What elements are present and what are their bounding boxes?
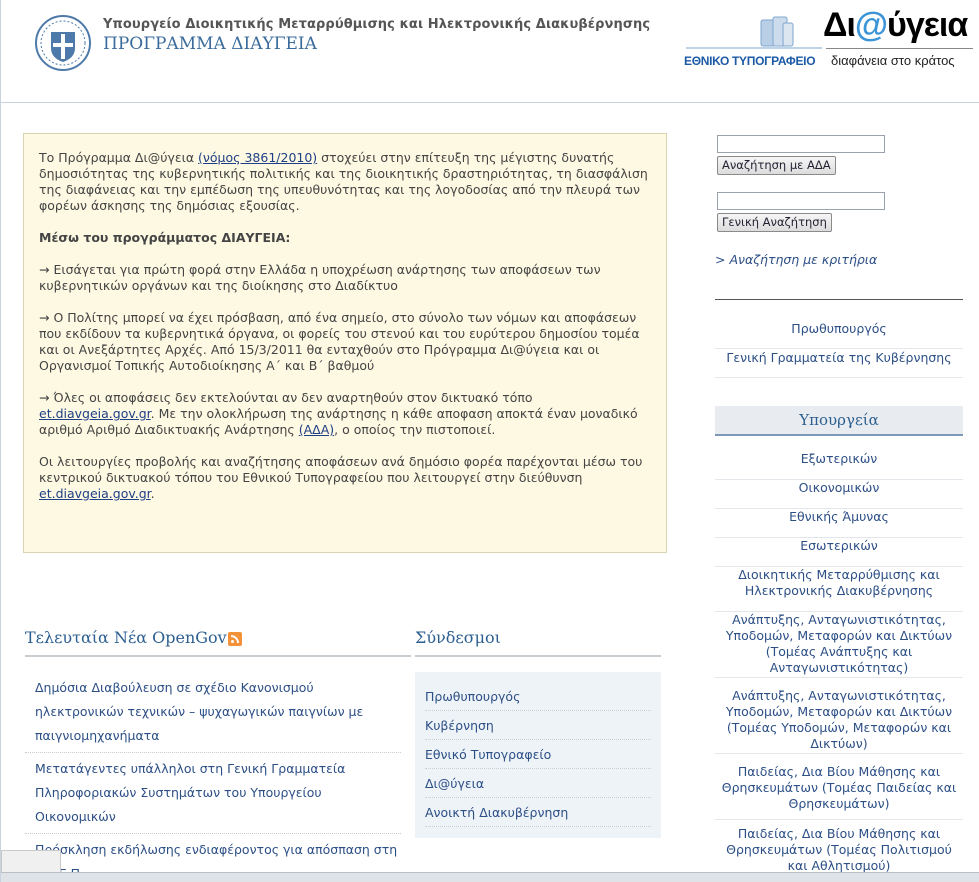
news-item[interactable]: Μετατάγεντες υπάλληλοι στη Γενική Γραμμα…: [25, 753, 401, 834]
intro-text: Το Πρόγραμμα Δι@ύγεια: [39, 150, 199, 165]
news-title: Τελευταία Νέα OpenGov: [25, 628, 227, 647]
sidebar-link-prime-minister[interactable]: Πρωθυπουργός: [715, 320, 963, 349]
ministry-foreign-affairs[interactable]: Εξωτερικών: [715, 451, 963, 480]
intro-heading: Μέσω του προγράμματος ΔΙΑΥΓΕΙΑ:: [39, 230, 291, 245]
ada-search-input[interactable]: [717, 135, 885, 153]
link-open-government[interactable]: Ανοικτή Διακυβέρνηση: [425, 798, 651, 827]
ministry-education-culture[interactable]: Παιδείας, Δια Βίου Μάθησης και Θρησκευμά…: [715, 826, 963, 874]
ministries-header: Υπουργεία: [715, 406, 963, 436]
ministry-title: Υπουργείο Διοικητικής Μεταρρύθμισης και …: [103, 17, 651, 32]
ministry-development-competitiveness[interactable]: Ανάπτυξης, Ανταγωνιστικότητας, Υποδομών,…: [715, 612, 963, 678]
news-item[interactable]: Δημόσια Διαβούλευση σε σχέδιο Κανονισμού…: [25, 672, 401, 753]
link-prime-minister[interactable]: Πρωθυπουργός: [425, 682, 651, 711]
printing-office-text[interactable]: ΕΘΝΙΚΟ ΤΥΠΟΓΡΑΦΕΙΟ: [684, 54, 816, 68]
ada-link[interactable]: (ΑΔΑ): [299, 422, 334, 437]
ministry-development-infrastructure[interactable]: Ανάπτυξης, Ανταγωνιστικότητας, Υποδομών,…: [715, 688, 963, 754]
intro-text: , ο οποίος την πιστοποιεί.: [334, 422, 496, 437]
sidebar-divider: [715, 299, 963, 300]
et-diavgeia-link[interactable]: et.diavgeia.gov.gr: [39, 486, 151, 501]
ministry-education-religion[interactable]: Παιδείας, Δια Βίου Μάθησης και Θρησκευμά…: [715, 764, 963, 820]
logo-divider: [826, 48, 973, 49]
links-list: Πρωθυπουργός Κυβέρνηση Εθνικό Τυπογραφεί…: [425, 682, 651, 827]
intro-text: Οι λειτουργίες προβολής και αναζήτησης α…: [39, 454, 643, 485]
links-title: Σύνδεσμοι: [415, 628, 501, 647]
logo-tagline: διαφάνεια στο κράτος: [831, 53, 955, 68]
criteria-search-link[interactable]: > Αναζήτηση με κριτήρια: [715, 252, 877, 267]
browser-status-bar: [1, 872, 979, 882]
header: Υπουργείο Διοικητικής Μεταρρύθμισης και …: [1, 0, 979, 103]
page: Υπουργείο Διοικητικής Μεταρρύθμισης και …: [0, 0, 979, 882]
program-title[interactable]: ΠΡΟΓΡΑΜΜΑ ΔΙΑΥΓΕΙΑ: [103, 34, 317, 54]
link-government[interactable]: Κυβέρνηση: [425, 711, 651, 740]
intro-paragraph-3: → Ο Πολίτης μπορεί να έχει πρόσβαση, από…: [39, 310, 640, 373]
links-divider: [415, 655, 661, 657]
news-list: Δημόσια Διαβούλευση σε σχέδιο Κανονισμού…: [25, 672, 401, 882]
news-divider: [25, 655, 411, 657]
intro-paragraph-4: → Όλες οι αποφάσεις δεν εκτελούνται αν δ…: [39, 390, 650, 438]
sidebar-link-general-secretariat[interactable]: Γενική Γραμματεία της Κυβέρνησης: [715, 349, 963, 378]
intro-box: Το Πρόγραμμα Δι@ύγεια (νόμος 3861/2010) …: [23, 133, 667, 553]
intro-paragraph-1: Το Πρόγραμμα Δι@ύγεια (νόμος 3861/2010) …: [39, 150, 650, 214]
law-link[interactable]: (νόμος 3861/2010): [198, 150, 317, 165]
rss-icon[interactable]: [228, 632, 242, 646]
logo-at: @: [854, 6, 888, 44]
intro-paragraph-5: Οι λειτουργίες προβολής και αναζήτησης α…: [39, 454, 650, 502]
logo-prefix: Δι: [823, 6, 856, 44]
ministry-administrative-reform[interactable]: Διοικητικής Μεταρρύθμισης και Ηλεκτρονικ…: [715, 567, 963, 612]
ministry-interior[interactable]: Εσωτερικών: [715, 538, 963, 567]
intro-paragraph-2: → Εισάγεται για πρώτη φορά στην Ελλάδα η…: [39, 262, 601, 293]
ministry-finance[interactable]: Οικονομικών: [715, 480, 963, 509]
intro-text: .: [150, 486, 155, 501]
logo-suffix: ύγεια: [887, 6, 968, 44]
ministry-defence[interactable]: Εθνικής Άμυνας: [715, 509, 963, 538]
ada-search-button[interactable]: Αναζήτηση με ΑΔΑ: [717, 156, 836, 175]
intro-text: → Όλες οι αποφάσεις δεν εκτελούνται αν δ…: [39, 390, 533, 405]
diavgeia-logo[interactable]: Δι@ύγεια: [823, 6, 968, 45]
link-diavgeia[interactable]: Δι@ύγεια: [425, 769, 651, 798]
general-search-button[interactable]: Γενική Αναζήτηση: [717, 213, 832, 232]
link-national-printing-office[interactable]: Εθνικό Τυπογραφείο: [425, 740, 651, 769]
greek-emblem-icon: [35, 15, 91, 71]
general-search-input[interactable]: [717, 192, 885, 210]
links-box: Πρωθυπουργός Κυβέρνηση Εθνικό Τυπογραφεί…: [415, 672, 661, 838]
browser-status-tab: [1, 850, 61, 874]
et-diavgeia-link[interactable]: et.diavgeia.gov.gr: [39, 406, 151, 421]
